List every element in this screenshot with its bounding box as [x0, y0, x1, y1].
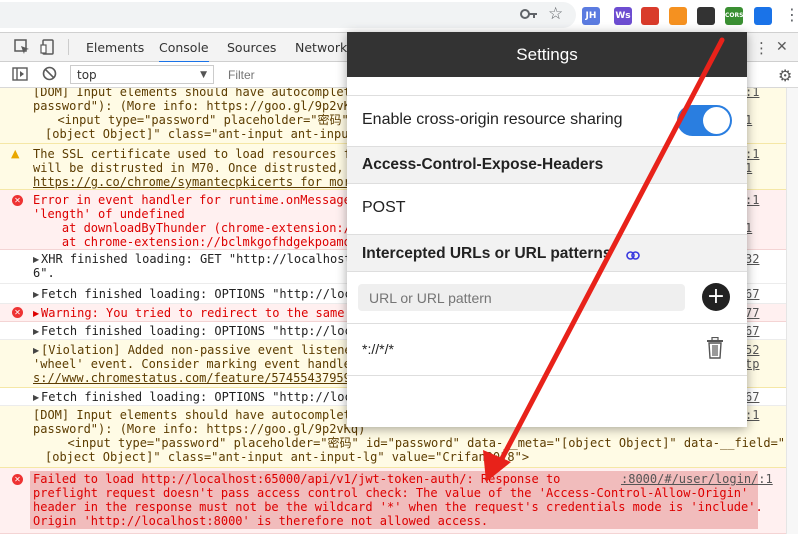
annotation-arrow: [483, 37, 725, 482]
